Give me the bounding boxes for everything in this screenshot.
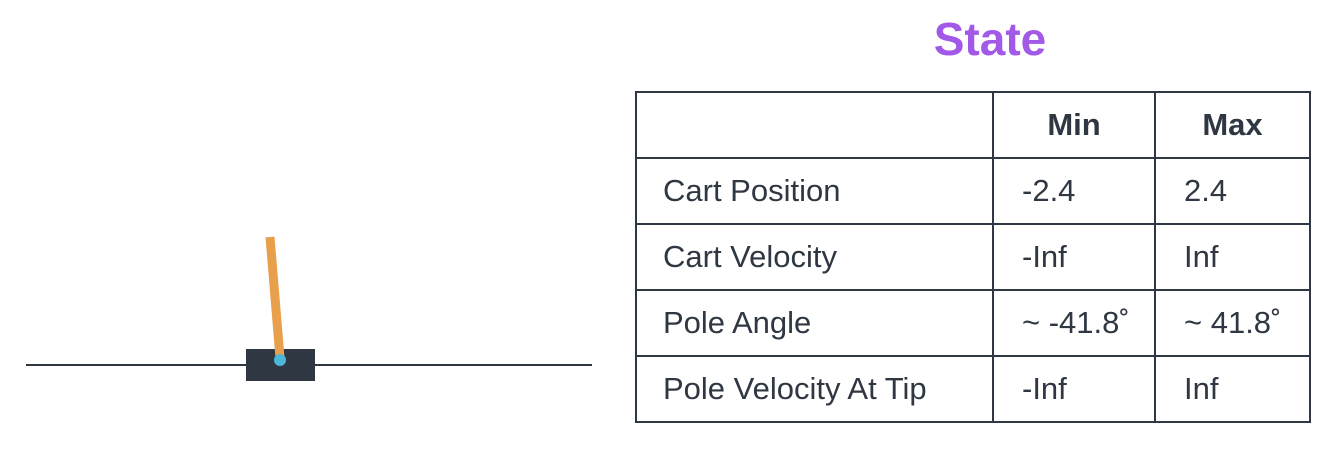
- row-min: -2.4: [992, 157, 1156, 225]
- row-max: 2.4: [1154, 157, 1311, 225]
- row-label: Pole Angle: [635, 289, 994, 357]
- header-blank: [635, 91, 994, 159]
- row-label: Pole Velocity At Tip: [635, 355, 994, 423]
- row-min: -Inf: [992, 355, 1156, 423]
- table-header-row: Min Max: [635, 91, 1311, 159]
- row-label: Cart Position: [635, 157, 994, 225]
- row-max: ~ 41.8˚: [1154, 289, 1311, 357]
- row-min: -Inf: [992, 223, 1156, 291]
- state-table: Min Max Cart Position -2.4 2.4 Cart Velo…: [635, 91, 1311, 423]
- row-min: ~ -41.8˚: [992, 289, 1156, 357]
- pole-axle: [274, 354, 286, 366]
- table-row: Pole Angle ~ -41.8˚ ~ 41.8˚: [635, 289, 1311, 357]
- row-max: Inf: [1154, 355, 1311, 423]
- state-title: State: [933, 13, 1047, 65]
- row-max: Inf: [1154, 223, 1311, 291]
- table-row: Cart Velocity -Inf Inf: [635, 223, 1311, 291]
- header-min: Min: [992, 91, 1156, 159]
- cartpole-diagram: [26, 236, 592, 381]
- pole: [265, 236, 285, 359]
- row-label: Cart Velocity: [635, 223, 994, 291]
- table-row: Pole Velocity At Tip -Inf Inf: [635, 355, 1311, 423]
- table-row: Cart Position -2.4 2.4: [635, 157, 1311, 225]
- header-max: Max: [1154, 91, 1311, 159]
